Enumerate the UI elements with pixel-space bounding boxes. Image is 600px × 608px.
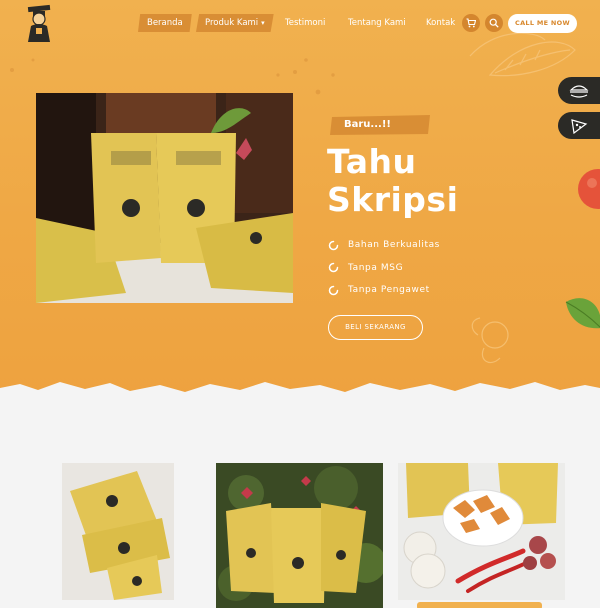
pizza-icon [571, 118, 588, 134]
product-card-image[interactable] [62, 463, 174, 600]
hero-title: Tahu Skripsi [327, 143, 458, 219]
cart-icon [466, 18, 476, 28]
new-badge: Baru...!! [328, 114, 433, 136]
hero-product-photo [36, 93, 293, 303]
swirl-icon [328, 263, 339, 273]
nav-label: Testimoni [285, 18, 326, 28]
feature-list: Bahan Berkualitas Tanpa MSG Tanpa Pengaw… [328, 234, 440, 302]
side-tab-burger[interactable] [558, 77, 600, 104]
nav-label: Beranda [147, 18, 183, 28]
hero-title-line2: Skripsi [327, 180, 459, 219]
nav-label: Produk Kami [205, 18, 259, 28]
burger-icon [569, 84, 589, 98]
search-button[interactable] [485, 14, 503, 32]
feature-label: Bahan Berkualitas [348, 240, 440, 251]
new-badge-label: Baru...!! [344, 119, 391, 130]
feature-item: Tanpa Pengawet [328, 279, 440, 302]
feature-item: Tanpa MSG [328, 257, 440, 280]
feature-label: Tanpa Pengawet [348, 285, 430, 296]
chevron-down-icon: ▾ [261, 19, 265, 27]
feature-item: Bahan Berkualitas [328, 234, 440, 257]
nav-kontak[interactable]: Kontak [426, 14, 455, 32]
cart-button[interactable] [462, 14, 480, 32]
hero-section: Beranda Produk Kami ▾ Testimoni Tentang K… [0, 0, 600, 400]
card-label-bar [417, 602, 542, 608]
swirl-icon [328, 240, 339, 250]
nav-beranda[interactable]: Beranda [138, 14, 192, 32]
product-card-image[interactable] [398, 463, 565, 600]
buy-now-button[interactable]: BELI SEKARANG [328, 315, 423, 340]
nav-produk-kami[interactable]: Produk Kami ▾ [196, 14, 274, 32]
swirl-icon [328, 285, 339, 295]
feature-label: Tanpa MSG [348, 262, 404, 273]
product-card-image[interactable] [216, 463, 383, 608]
nav-label: Tentang Kami [348, 18, 406, 28]
torn-edge [0, 382, 600, 400]
leaf-decoration [565, 298, 600, 329]
tomato-decoration [578, 169, 600, 209]
hero-title-line1: Tahu [327, 142, 417, 181]
call-me-now-button[interactable]: CALL ME NOW [508, 14, 577, 33]
nav-tentang-kami[interactable]: Tentang Kami [348, 14, 406, 32]
nav-label: Kontak [426, 18, 456, 28]
side-tab-pizza[interactable] [558, 112, 600, 139]
search-icon [489, 18, 499, 28]
nav-testimoni[interactable]: Testimoni [285, 14, 325, 32]
